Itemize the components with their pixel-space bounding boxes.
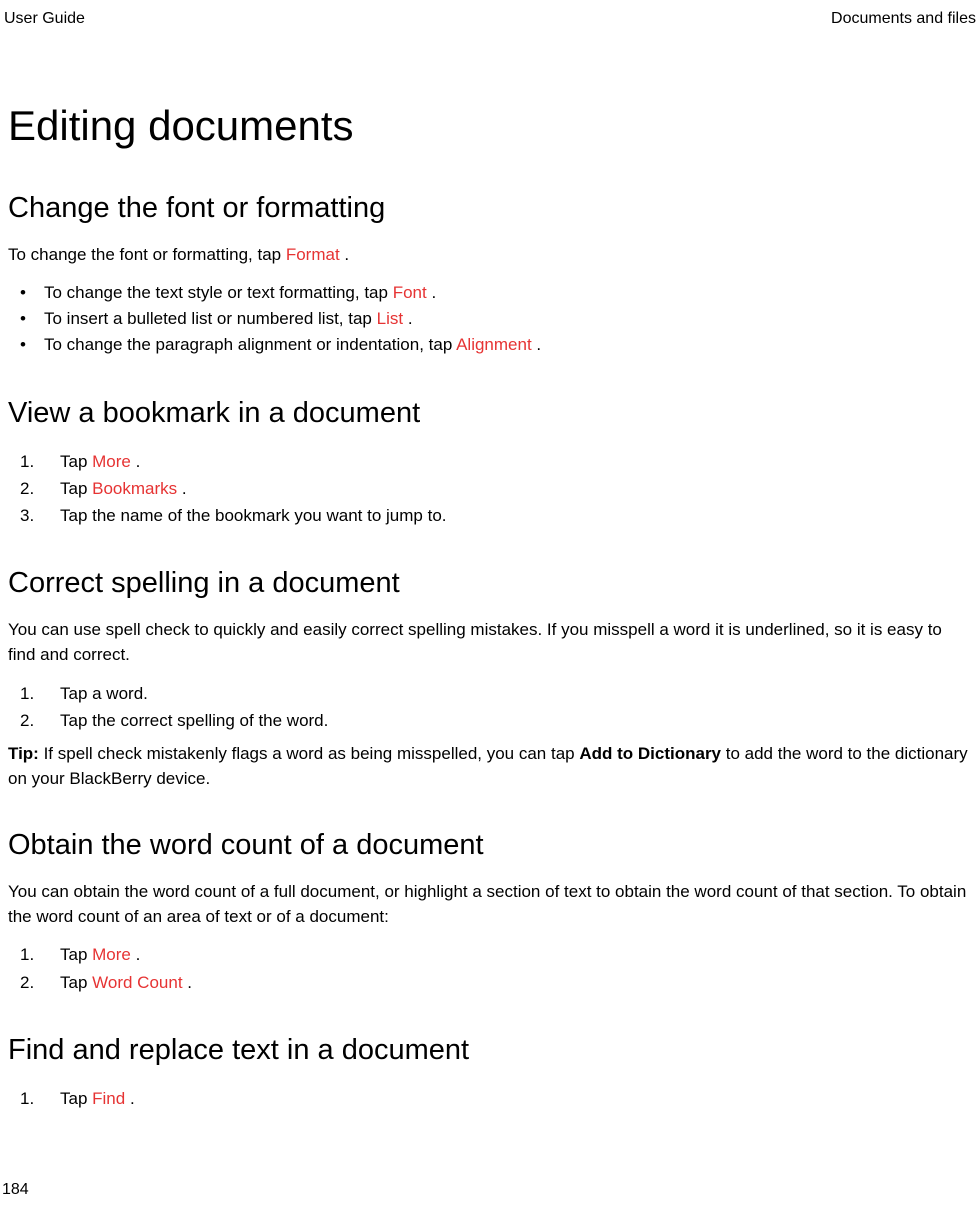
intro-text-after: . [340, 245, 349, 264]
intro-format-link[interactable]: Format [286, 245, 340, 264]
intro-change-font: To change the font or formatting, tap Fo… [8, 243, 972, 268]
list-item: To change the paragraph alignment or ind… [16, 332, 972, 358]
item-text-after: . [131, 945, 140, 964]
item-text: Tap the name of the bookmark you want to… [60, 506, 447, 525]
item-text-before: Tap [60, 452, 92, 471]
item-text-before: Tap [60, 479, 92, 498]
item-text-before: To change the text style or text formatt… [44, 283, 393, 302]
add-to-dictionary-label: Add to Dictionary [579, 744, 721, 763]
list-item: Tap Find . [20, 1085, 972, 1112]
list-item: Tap the correct spelling of the word. [20, 707, 972, 734]
section-heading-view-bookmark: View a bookmark in a document [8, 397, 972, 430]
tip-text-before: If spell check mistakenly flags a word a… [44, 744, 580, 763]
item-text-after: . [403, 309, 412, 328]
list-item: To insert a bulleted list or numbered li… [16, 306, 972, 332]
item-text-after: . [125, 1089, 134, 1108]
item-text: Tap the correct spelling of the word. [60, 711, 328, 730]
page-content: Editing documents Change the font or for… [0, 102, 980, 1112]
font-link[interactable]: Font [393, 283, 427, 302]
bookmarks-link[interactable]: Bookmarks [92, 479, 177, 498]
numbered-list-find-replace: Tap Find . [8, 1085, 972, 1112]
tip-label: Tip: [8, 744, 44, 763]
section-heading-find-replace: Find and replace text in a document [8, 1034, 972, 1067]
list-item: Tap the name of the bookmark you want to… [20, 502, 972, 529]
list-item: Tap More . [20, 941, 972, 968]
numbered-list-correct-spelling: Tap a word. Tap the correct spelling of … [8, 680, 972, 734]
list-item: Tap More . [20, 448, 972, 475]
item-text-before: Tap [60, 1089, 92, 1108]
section-heading-change-font: Change the font or formatting [8, 192, 972, 225]
numbered-list-word-count: Tap More . Tap Word Count . [8, 941, 972, 995]
intro-text-before: To change the font or formatting, tap [8, 245, 286, 264]
bullet-list-change-font: To change the text style or text formatt… [8, 280, 972, 359]
alignment-link[interactable]: Alignment [456, 335, 532, 354]
page-header: User Guide Documents and files [0, 0, 980, 28]
intro-correct-spelling: You can use spell check to quickly and e… [8, 618, 972, 667]
item-text-after: . [177, 479, 186, 498]
list-item: Tap Bookmarks . [20, 475, 972, 502]
list-item: Tap Word Count . [20, 969, 972, 996]
section-heading-word-count: Obtain the word count of a document [8, 829, 972, 862]
tip-paragraph: Tip: If spell check mistakenly flags a w… [8, 742, 972, 791]
more-link[interactable]: More [92, 452, 131, 471]
word-count-link[interactable]: Word Count [92, 973, 182, 992]
item-text: Tap a word. [60, 684, 148, 703]
item-text-before: Tap [60, 945, 92, 964]
intro-word-count: You can obtain the word count of a full … [8, 880, 972, 929]
item-text-before: To change the paragraph alignment or ind… [44, 335, 456, 354]
item-text-before: To insert a bulleted list or numbered li… [44, 309, 377, 328]
section-heading-correct-spelling: Correct spelling in a document [8, 567, 972, 600]
list-link[interactable]: List [377, 309, 403, 328]
find-link[interactable]: Find [92, 1089, 125, 1108]
numbered-list-view-bookmark: Tap More . Tap Bookmarks . Tap the name … [8, 448, 972, 530]
header-left: User Guide [4, 10, 85, 28]
list-item: Tap a word. [20, 680, 972, 707]
page-number: 184 [2, 1181, 29, 1199]
page-title: Editing documents [8, 102, 972, 150]
more-link[interactable]: More [92, 945, 131, 964]
item-text-after: . [131, 452, 140, 471]
item-text-after: . [427, 283, 436, 302]
list-item: To change the text style or text formatt… [16, 280, 972, 306]
header-right: Documents and files [831, 10, 976, 28]
item-text-after: . [532, 335, 541, 354]
item-text-after: . [183, 973, 192, 992]
item-text-before: Tap [60, 973, 92, 992]
